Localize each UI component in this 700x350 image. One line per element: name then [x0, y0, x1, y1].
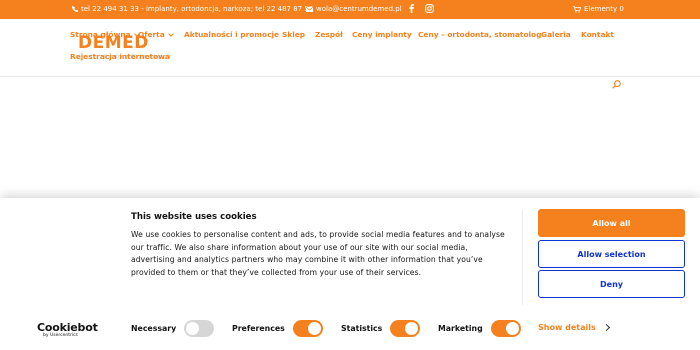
cookiebot-logo[interactable]: Cookiebot by Usercentrics [37, 321, 98, 338]
chevron-right-icon [602, 323, 610, 332]
option-marketing: Marketing [438, 320, 521, 337]
nav-home[interactable]: Strona główna [70, 30, 140, 39]
option-label: Preferences [232, 324, 285, 333]
cart-icon [573, 5, 581, 13]
cart-link[interactable]: Elementy 0 [573, 5, 624, 13]
nav-label: Aktualności i promocje [184, 30, 279, 39]
nav-label: Kontakt [581, 30, 614, 39]
statistics-toggle[interactable] [390, 320, 421, 337]
instagram-icon[interactable] [425, 4, 434, 13]
necessary-toggle[interactable] [184, 320, 215, 337]
cookie-banner: This website uses cookies We use cookies… [0, 198, 700, 350]
nav-label: Galeria [541, 30, 571, 39]
nav-label: Oferta [138, 30, 165, 39]
cart-label: Elementy 0 [584, 5, 624, 13]
cookie-description: We use cookies to personalise content an… [131, 230, 505, 277]
divider [522, 210, 523, 305]
nav-implant-prices[interactable]: Ceny implanty [352, 30, 412, 39]
nav-team[interactable]: Zespół [315, 30, 343, 39]
phone-text: tel 22 494 31 33 - implanty, ortodoncja,… [81, 5, 314, 13]
show-details-link[interactable]: Show details [538, 323, 610, 332]
mail-icon [306, 6, 313, 12]
email-text: wola@centrumdemed.pl [316, 5, 402, 13]
nav-label: Zespół [315, 30, 343, 39]
option-statistics: Statistics [341, 320, 421, 337]
preferences-toggle[interactable] [292, 320, 323, 337]
email-link[interactable]: wola@centrumdemed.pl [306, 5, 402, 13]
phone-info[interactable]: tel 22 494 31 33 - implanty, ortodoncja,… [72, 5, 313, 13]
option-label: Statistics [341, 324, 383, 333]
nav-label: Sklep [282, 30, 306, 39]
nav-news[interactable]: Aktualności i promocje [184, 30, 279, 39]
cookie-title: This website uses cookies [131, 212, 257, 222]
site-header: DEMED Centrum Stomatologii Strona główna… [0, 19, 700, 89]
allow-all-button[interactable]: Allow all [538, 209, 685, 237]
phone-icon [72, 6, 78, 12]
search-icon[interactable] [612, 74, 621, 93]
nav-label: Ceny implanty [352, 30, 412, 39]
page: tel 22 494 31 33 - implanty, ortodoncja,… [0, 0, 700, 350]
nav-ortho-prices[interactable]: Ceny – ortodonta, stomatolog [418, 30, 541, 39]
nav-gallery[interactable]: Galeria [541, 30, 571, 39]
nav-contact[interactable]: Kontakt [581, 30, 614, 39]
nav-oferta[interactable]: Oferta [138, 30, 174, 39]
option-preferences: Preferences [232, 320, 323, 337]
nav-label: Strona główna [70, 30, 131, 39]
show-details-label: Show details [538, 323, 596, 332]
nav-online-registration[interactable]: Rejestracja internetowa [70, 52, 170, 61]
top-bar: tel 22 494 31 33 - implanty, ortodoncja,… [0, 0, 700, 19]
option-label: Marketing [438, 324, 483, 333]
marketing-toggle[interactable] [490, 320, 521, 337]
nav-shop[interactable]: Sklep [282, 30, 305, 39]
chevron-down-icon [167, 30, 174, 37]
allow-selection-button[interactable]: Allow selection [538, 240, 685, 268]
option-necessary: Necessary [131, 320, 215, 337]
facebook-icon[interactable] [409, 4, 414, 13]
nav-label: Ceny – ortodonta, stomatolog [418, 30, 542, 39]
deny-button[interactable]: Deny [538, 270, 685, 298]
option-label: Necessary [131, 324, 177, 333]
nav-label: Rejestracja internetowa [70, 52, 170, 61]
